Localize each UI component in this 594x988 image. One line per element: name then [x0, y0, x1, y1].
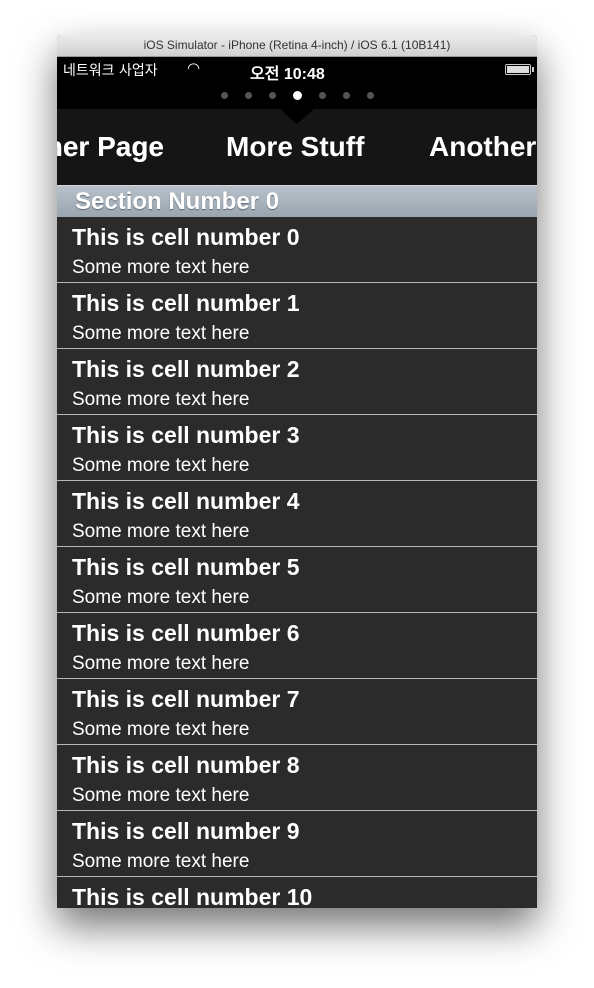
page-dot[interactable]	[318, 91, 326, 99]
cell-subtitle: Some more text here	[72, 257, 250, 278]
cell-subtitle: Some more text here	[72, 455, 250, 476]
cell-subtitle: Some more text here	[72, 389, 250, 410]
table-row[interactable]: This is cell number 9 Some more text here	[57, 811, 537, 877]
cell-subtitle: Some more text here	[72, 851, 250, 872]
nav-title-previous-visible-part[interactable]: her Page	[57, 131, 164, 163]
table-row[interactable]: This is cell number 6 Some more text here	[57, 613, 537, 679]
table-row[interactable]: This is cell number 10Some more text her…	[57, 877, 537, 908]
cell-title: This is cell number 5	[72, 554, 300, 580]
cell-title: This is cell number 4	[72, 488, 300, 514]
cell-subtitle: Some more text here	[72, 719, 250, 740]
cell-subtitle: Some more text here	[72, 653, 250, 674]
section-title: Section Number 0	[75, 188, 280, 215]
cell-subtitle: Some more text here	[72, 587, 250, 608]
carrier-label: 네트워크 사업자	[63, 63, 158, 79]
cell-title: This is cell number 6	[72, 620, 300, 646]
table-row[interactable]: This is cell number 2 Some more text here	[57, 349, 537, 415]
page-dot[interactable]	[268, 91, 276, 99]
cell-title: This is cell number 2	[72, 356, 300, 382]
table-row[interactable]: This is cell number 5 Some more text here	[57, 547, 537, 613]
table-row[interactable]: This is cell number 8 Some more text here	[57, 745, 537, 811]
table-row[interactable]: This is cell number 1 Some more text here	[57, 283, 537, 349]
cell-subtitle: Some more text here	[72, 785, 250, 806]
battery-icon	[505, 64, 534, 75]
nav-title-next[interactable]: Another	[429, 131, 536, 163]
section-header: Section Number 0	[57, 185, 537, 218]
cell-title: This is cell number 0	[72, 224, 300, 250]
table-row[interactable]: This is cell number 7 Some more text here	[57, 679, 537, 745]
cell-title: This is cell number 3	[72, 422, 300, 448]
cell-title: This is cell number 10	[72, 884, 313, 908]
page-dot[interactable]	[366, 91, 374, 99]
page-dot[interactable]	[342, 91, 350, 99]
cell-title: This is cell number 1	[72, 290, 300, 316]
page-dot[interactable]	[220, 91, 228, 99]
page-dot[interactable]	[244, 91, 252, 99]
wifi-icon: ◠	[187, 60, 201, 77]
page-control[interactable]	[57, 81, 537, 109]
page-dot[interactable]	[292, 90, 302, 100]
cell-subtitle: Some more text here	[72, 323, 250, 344]
indicator-notch	[280, 109, 314, 124]
cell-title: This is cell number 9	[72, 818, 300, 844]
page-title-scroller[interactable]: Other Page her Page More Stuff Another	[57, 109, 537, 185]
table-row[interactable]: This is cell number 4 Some more text here	[57, 481, 537, 547]
cell-title: This is cell number 8	[72, 752, 300, 778]
window-title: iOS Simulator - iPhone (Retina 4-inch) /…	[57, 35, 537, 57]
nav-title-current[interactable]: More Stuff	[226, 131, 364, 163]
table-view[interactable]: This is cell number 0 Some more text here…	[57, 217, 537, 908]
status-bar: 네트워크 사업자 ◠ 오전 10:48	[57, 57, 537, 83]
table-row[interactable]: This is cell number 0 Some more text here	[57, 217, 537, 283]
cell-subtitle: Some more text here	[72, 521, 250, 542]
cell-title: This is cell number 7	[72, 686, 300, 712]
table-row[interactable]: This is cell number 3 Some more text here	[57, 415, 537, 481]
simulator-window: iOS Simulator - iPhone (Retina 4-inch) /…	[57, 35, 537, 908]
